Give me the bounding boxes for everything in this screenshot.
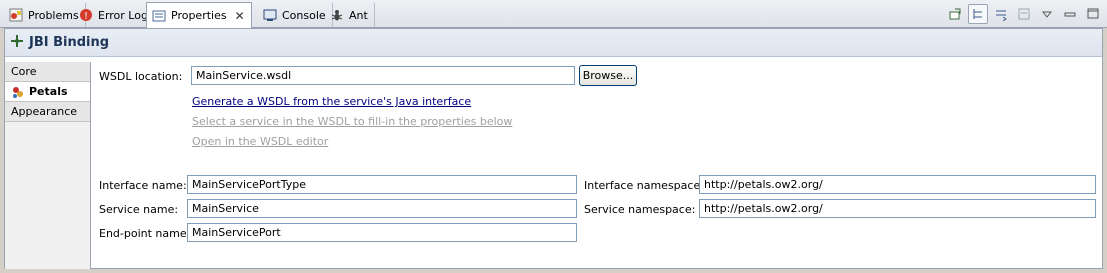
tab-ant[interactable]: Ant — [325, 3, 375, 27]
tab-label: Ant — [349, 8, 368, 22]
petals-icon — [11, 85, 25, 99]
view-toolbar — [945, 4, 1103, 24]
category-label: Appearance — [11, 105, 78, 118]
show-categories-icon[interactable] — [968, 4, 988, 24]
maximize-icon[interactable] — [1083, 4, 1103, 24]
category-petals[interactable]: Petals — [5, 82, 90, 102]
open-wsdl-editor-link: Open in the WSDL editor — [192, 135, 329, 148]
minimize-icon[interactable] — [1060, 4, 1080, 24]
restore-default-icon[interactable] — [1014, 4, 1034, 24]
problems-icon — [8, 7, 24, 23]
category-core[interactable]: Core — [5, 62, 90, 82]
console-icon — [262, 7, 278, 23]
select-service-link: Select a service in the WSDL to fill-in … — [192, 115, 513, 128]
endpoint-name-label: End-point name: — [99, 227, 191, 240]
tab-label: Properties — [171, 9, 227, 22]
interface-namespace-label: Interface namespace: — [584, 179, 704, 192]
ant-icon — [329, 7, 345, 23]
view-tab-bar: Problems ! Error Log Properties ✕ Consol… — [0, 0, 1107, 28]
tab-error-log[interactable]: ! Error Log — [74, 3, 155, 27]
tab-properties[interactable]: Properties ✕ — [146, 2, 252, 28]
tab-label: Console — [282, 8, 326, 22]
petals-form: WSDL location: MainService.wsdl Browse..… — [92, 62, 1102, 269]
category-label: Petals — [29, 85, 68, 98]
show-advanced-icon[interactable] — [991, 4, 1011, 24]
wsdl-location-label: WSDL location: — [99, 70, 183, 83]
interface-name-field[interactable]: MainServicePortType — [187, 175, 577, 194]
service-name-label: Service name: — [99, 203, 179, 216]
generate-wsdl-link[interactable]: Generate a WSDL from the service's Java … — [192, 95, 471, 108]
wsdl-location-field[interactable]: MainService.wsdl — [191, 66, 575, 85]
properties-icon — [151, 8, 167, 24]
jbi-binding-icon — [11, 35, 23, 50]
view-menu-icon[interactable] — [1037, 4, 1057, 24]
properties-header: JBI Binding — [5, 29, 1102, 57]
interface-name-label: Interface name: — [99, 179, 187, 192]
tab-label: Error Log — [98, 8, 148, 22]
category-list: Core Petals Appearance — [5, 62, 91, 269]
pin-view-icon[interactable] — [945, 4, 965, 24]
page-title: JBI Binding — [29, 35, 110, 50]
service-namespace-label: Service namespace: — [584, 203, 696, 216]
service-name-field[interactable]: MainService — [187, 199, 577, 218]
tab-console[interactable]: Console — [258, 3, 333, 27]
browse-button[interactable]: Browse... — [579, 65, 637, 86]
error-log-icon: ! — [78, 7, 94, 23]
category-label: Core — [11, 65, 37, 78]
properties-panel: JBI Binding Core Petals Appearance WSDL … — [4, 28, 1103, 269]
interface-namespace-field[interactable]: http://petals.ow2.org/ — [699, 175, 1096, 194]
endpoint-name-field[interactable]: MainServicePort — [187, 223, 577, 242]
service-namespace-field[interactable]: http://petals.ow2.org/ — [699, 199, 1096, 218]
tab-label: Problems — [28, 8, 79, 22]
category-appearance[interactable]: Appearance — [5, 102, 90, 122]
svg-text:!: ! — [84, 11, 88, 22]
close-icon[interactable]: ✕ — [235, 9, 245, 23]
